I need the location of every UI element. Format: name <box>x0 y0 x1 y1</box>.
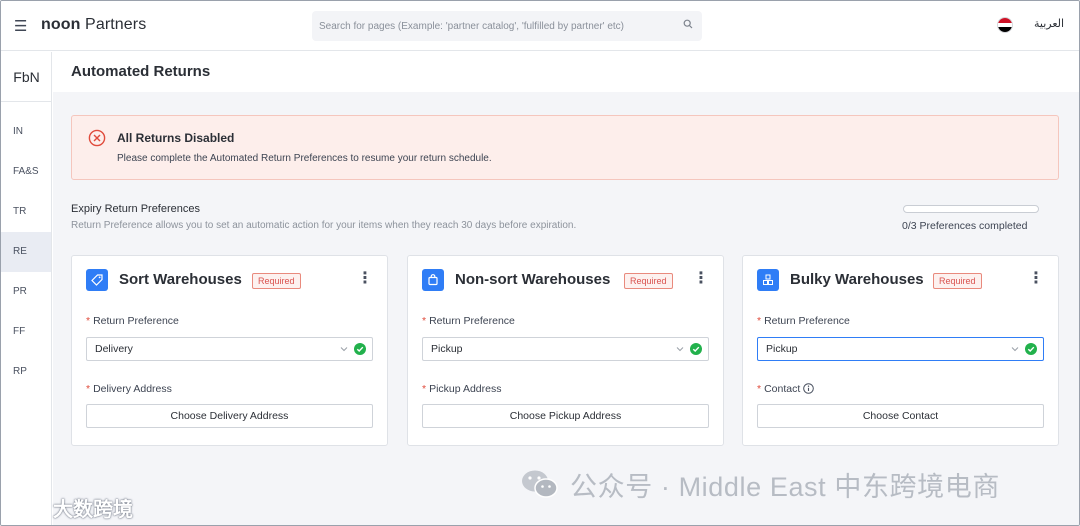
chevron-down-icon <box>1011 347 1019 352</box>
address-label: * Pickup Address <box>422 383 502 395</box>
hamburger-menu-icon[interactable]: ☰ <box>14 17 27 35</box>
sidebar-item-re[interactable]: RE <box>1 232 51 272</box>
sidebar-item-tr[interactable]: TR <box>1 192 51 232</box>
wechat-watermark: 公众号 · Middle East 中东跨境电商 <box>518 466 1000 502</box>
choose-delivery-address-button[interactable]: Choose Delivery Address <box>86 404 373 428</box>
card-non-sort-warehouses: Non-sort Warehouses Required ⋮ * Return P… <box>407 255 724 446</box>
return-preference-select[interactable]: Pickup <box>757 337 1044 361</box>
choose-pickup-address-button[interactable]: Choose Pickup Address <box>422 404 709 428</box>
contact-label-text: Contact <box>764 383 801 395</box>
app-window: ☰ noon Partners العربية FbN IN FA&S TR R… <box>0 0 1080 526</box>
preferences-heading: Expiry Return Preferences <box>71 203 200 215</box>
main-content: Automated Returns All Returns Disabled P… <box>53 52 1079 525</box>
language-switch[interactable]: العربية <box>1034 17 1064 30</box>
return-preference-select[interactable]: Delivery <box>86 337 373 361</box>
watermark-logo-icon <box>12 499 43 515</box>
return-preference-label: * Return Preference <box>757 315 850 327</box>
chevron-down-icon <box>340 347 348 352</box>
logo-bold: noon <box>41 16 81 33</box>
address-label-text: Pickup Address <box>429 383 502 395</box>
contact-label: * Contact <box>757 383 815 395</box>
search-icon[interactable] <box>683 19 693 29</box>
logo-text: Partners <box>85 16 147 33</box>
select-value: Pickup <box>766 343 798 355</box>
alert-banner: All Returns Disabled Please complete the… <box>71 115 1059 180</box>
card-title: Bulky Warehouses <box>790 271 924 288</box>
return-preference-label: * Return Preference <box>86 315 179 327</box>
sidebar-item-rp[interactable]: RP <box>1 352 51 392</box>
select-value: Delivery <box>95 343 133 355</box>
error-circle-icon <box>88 129 106 147</box>
check-circle-icon <box>1025 343 1037 355</box>
return-preference-label: * Return Preference <box>422 315 515 327</box>
alert-title: All Returns Disabled <box>117 131 235 145</box>
page-header: Automated Returns <box>53 52 1079 92</box>
top-bar: ☰ noon Partners العربية <box>1 1 1079 51</box>
info-icon[interactable] <box>803 383 815 394</box>
more-options-icon[interactable]: ⋮ <box>693 271 709 287</box>
sidebar-header: FbN <box>1 52 52 102</box>
card-bulky-warehouses: Bulky Warehouses Required ⋮ * Return Pref… <box>742 255 1059 446</box>
address-label: * Delivery Address <box>86 383 172 395</box>
select-value: Pickup <box>431 343 463 355</box>
check-circle-icon <box>354 343 366 355</box>
required-badge: Required <box>933 273 982 289</box>
preferences-progress-bar <box>903 205 1039 213</box>
chevron-down-icon <box>676 347 684 352</box>
sidebar-item-in[interactable]: IN <box>1 112 51 152</box>
sidebar-item-fas[interactable]: FA&S <box>1 152 51 192</box>
card-title: Non-sort Warehouses <box>455 271 611 288</box>
sidebar-item-ff[interactable]: FF <box>1 312 51 352</box>
boxes-icon <box>757 269 779 291</box>
check-circle-icon <box>690 343 702 355</box>
required-badge: Required <box>252 273 301 289</box>
address-label-text: Delivery Address <box>93 383 172 395</box>
return-preference-label-text: Return Preference <box>93 315 179 327</box>
card-sort-warehouses: Sort Warehouses Required ⋮ * Return Prefe… <box>71 255 388 446</box>
page-title: Automated Returns <box>71 63 211 80</box>
corner-watermark: 大数跨境 <box>9 492 133 522</box>
more-options-icon[interactable]: ⋮ <box>1028 271 1044 287</box>
tag-icon <box>86 269 108 291</box>
sidebar-item-pr[interactable]: PR <box>1 272 51 312</box>
preferences-subtext: Return Preference allows you to set an a… <box>71 220 577 231</box>
search-input[interactable] <box>312 11 702 41</box>
return-preference-select[interactable]: Pickup <box>422 337 709 361</box>
alert-text: Please complete the Automated Return Pre… <box>117 153 492 164</box>
bag-icon <box>422 269 444 291</box>
app-logo[interactable]: noon Partners <box>41 16 146 34</box>
choose-contact-button[interactable]: Choose Contact <box>757 404 1044 428</box>
egypt-flag-icon[interactable] <box>997 17 1013 33</box>
progress-text: 0/3 Preferences completed <box>902 220 1028 232</box>
sidebar: FbN IN FA&S TR RE PR FF RP <box>1 52 52 525</box>
wechat-logo-icon <box>522 470 558 498</box>
corner-watermark-text: 大数跨境 <box>53 498 133 521</box>
required-badge: Required <box>624 273 673 289</box>
return-preference-label-text: Return Preference <box>429 315 515 327</box>
more-options-icon[interactable]: ⋮ <box>357 271 373 287</box>
wechat-watermark-text: 公众号 · Middle East 中东跨境电商 <box>570 471 1000 502</box>
return-preference-label-text: Return Preference <box>764 315 850 327</box>
card-title: Sort Warehouses <box>119 271 242 288</box>
